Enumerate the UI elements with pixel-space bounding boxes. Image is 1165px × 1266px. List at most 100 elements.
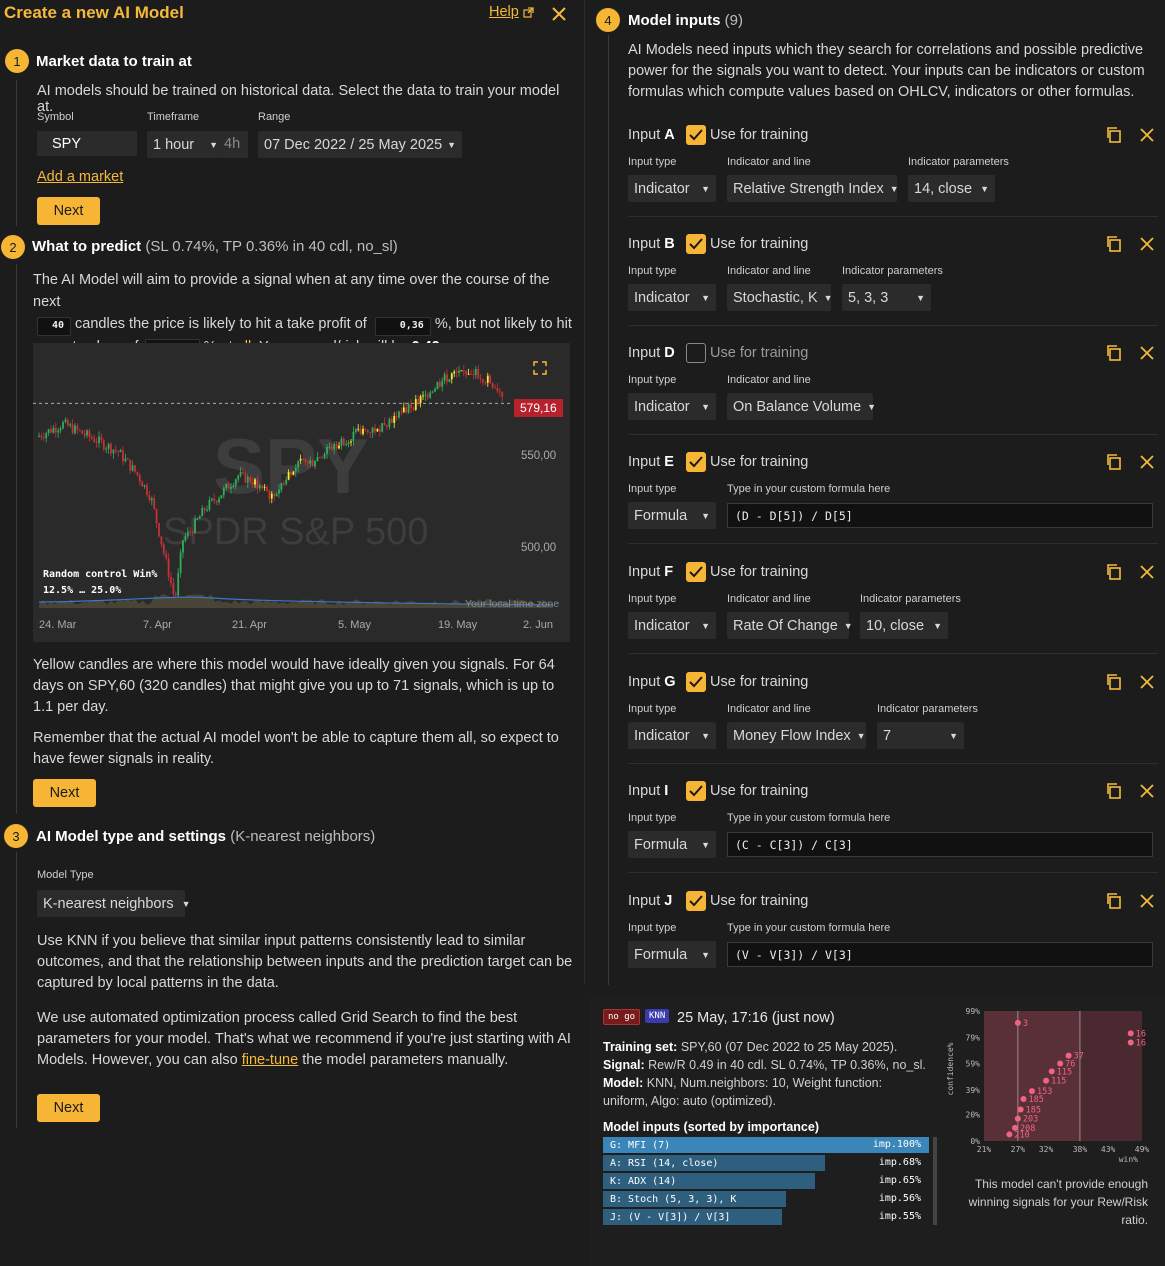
- candle-body: [417, 399, 420, 403]
- candle-body: [196, 518, 199, 520]
- remove-icon[interactable]: [1139, 564, 1155, 580]
- use-for-training-label: Use for training: [710, 127, 809, 143]
- formula-input[interactable]: (D - D[5]) / D[5]: [727, 503, 1153, 528]
- input-type-select[interactable]: Indicator ▼: [628, 284, 716, 311]
- x-tick: 27%: [1011, 1145, 1026, 1154]
- step-1-badge: 1: [5, 49, 29, 73]
- chevron-down-icon: ▼: [701, 839, 710, 850]
- candle-body: [311, 460, 314, 467]
- candle-body: [431, 391, 434, 393]
- candle-body: [419, 396, 422, 403]
- indicator-select[interactable]: Stochastic, K ▼: [727, 284, 833, 311]
- candle-body: [414, 399, 417, 410]
- fullscreen-icon[interactable]: [533, 361, 547, 375]
- input-type-select[interactable]: Formula ▼: [628, 502, 716, 529]
- use-for-training-checkbox[interactable]: [686, 452, 706, 472]
- importance-row: B: Stoch (5, 3, 3), K imp.56%: [603, 1191, 929, 1207]
- candle-body: [167, 558, 170, 578]
- copy-icon[interactable]: [1105, 563, 1123, 581]
- next-button-step-1[interactable]: Next: [37, 197, 100, 225]
- scatter-point: [1127, 1030, 1134, 1037]
- remove-icon[interactable]: [1139, 236, 1155, 252]
- candle-body: [69, 424, 72, 426]
- use-for-training-checkbox[interactable]: [686, 891, 706, 911]
- candle-body: [225, 483, 228, 489]
- candles-input[interactable]: 40: [37, 316, 71, 336]
- indicator-select[interactable]: Relative Strength Index ▼: [727, 175, 899, 202]
- input-type-label: Input type: [628, 703, 677, 715]
- remove-icon[interactable]: [1139, 345, 1155, 361]
- candle-body: [292, 471, 295, 475]
- candle-body: [237, 475, 240, 480]
- use-for-training-checkbox[interactable]: [686, 672, 706, 692]
- model-summary: Training set: SPY,60 (07 Dec 2022 to 25 …: [603, 1038, 928, 1110]
- copy-icon[interactable]: [1105, 344, 1123, 362]
- indicator-params-select[interactable]: 5, 3, 3 ▼: [842, 284, 931, 311]
- model-type-select[interactable]: K-nearest neighbors ▼: [37, 890, 191, 917]
- input-row-i: Input I Use for training Input type Formula…: [628, 780, 1158, 880]
- next-button-step-3[interactable]: Next: [37, 1094, 100, 1122]
- next-button-step-2[interactable]: Next: [33, 779, 96, 807]
- candle-body: [486, 375, 489, 383]
- copy-icon[interactable]: [1105, 453, 1123, 471]
- remove-icon[interactable]: [1139, 783, 1155, 799]
- candle-body: [129, 459, 132, 471]
- use-for-training-checkbox[interactable]: [686, 562, 706, 582]
- indicator-select[interactable]: Rate Of Change ▼: [727, 612, 853, 639]
- y-tick: 99%: [966, 1007, 981, 1016]
- indicator-params-select[interactable]: 7 ▼: [877, 722, 964, 749]
- input-type-select[interactable]: Formula ▼: [628, 941, 716, 968]
- price-chart[interactable]: SPY SPDR S&P 500 579,16 550,00 500,00 Ra…: [33, 343, 570, 642]
- copy-icon[interactable]: [1105, 126, 1123, 144]
- input-type-select[interactable]: Indicator ▼: [628, 612, 716, 639]
- input-type-select[interactable]: Formula ▼: [628, 831, 716, 858]
- copy-icon[interactable]: [1105, 235, 1123, 253]
- indicator-value: Money Flow Index: [733, 727, 851, 744]
- remove-icon[interactable]: [1139, 127, 1155, 143]
- candle-body: [371, 427, 374, 433]
- input-type-select[interactable]: Indicator ▼: [628, 175, 716, 202]
- add-market-link[interactable]: Add a market: [37, 169, 123, 185]
- take-profit-input[interactable]: 0,36: [374, 316, 431, 336]
- fine-tune-link[interactable]: fine-tune: [242, 1052, 298, 1068]
- candle-body: [270, 493, 273, 499]
- use-for-training-checkbox[interactable]: [686, 343, 706, 363]
- input-type-label: Input type: [628, 156, 677, 168]
- copy-icon[interactable]: [1105, 782, 1123, 800]
- use-for-training-checkbox[interactable]: [686, 234, 706, 254]
- input-type-select[interactable]: Indicator ▼: [628, 393, 716, 420]
- symbol-input[interactable]: SPY: [37, 131, 137, 156]
- candle-body: [285, 479, 288, 485]
- candle-body: [306, 461, 309, 464]
- timeframe-select[interactable]: 1 hour ▼: [147, 131, 224, 158]
- use-for-training-checkbox[interactable]: [686, 781, 706, 801]
- range-select[interactable]: 07 Dec 2022 / 25 May 2025 ▼: [258, 131, 462, 158]
- timeframe-4h-option[interactable]: 4h: [224, 131, 248, 158]
- copy-icon[interactable]: [1105, 673, 1123, 691]
- candle-body: [78, 429, 81, 431]
- indicator-params-select[interactable]: 14, close ▼: [908, 175, 995, 202]
- candle-body: [165, 553, 168, 559]
- indicator-select[interactable]: Money Flow Index ▼: [727, 722, 866, 749]
- help-link[interactable]: Help: [489, 4, 534, 20]
- use-for-training-checkbox[interactable]: [686, 125, 706, 145]
- remove-icon[interactable]: [1139, 674, 1155, 690]
- step-3-title: AI Model type and settings (K-nearest ne…: [36, 828, 375, 845]
- indicator-params-select[interactable]: 10, close ▼: [860, 612, 948, 639]
- candle-body: [134, 465, 136, 472]
- candle-body: [210, 498, 213, 500]
- copy-icon[interactable]: [1105, 892, 1123, 910]
- remove-icon[interactable]: [1139, 893, 1155, 909]
- input-letter: G: [664, 674, 676, 690]
- formula-input[interactable]: (C - C[3]) / C[3]: [727, 832, 1153, 857]
- input-type-label: Input type: [628, 374, 677, 386]
- candle-body: [102, 440, 105, 450]
- input-type-select[interactable]: Indicator ▼: [628, 722, 716, 749]
- candle-body: [110, 444, 112, 454]
- indicator-select[interactable]: On Balance Volume ▼: [727, 393, 876, 420]
- candle-body: [501, 391, 504, 397]
- close-icon[interactable]: [551, 6, 567, 22]
- importance-scrollbar[interactable]: [933, 1137, 937, 1225]
- formula-input[interactable]: (V - V[3]) / V[3]: [727, 942, 1153, 967]
- remove-icon[interactable]: [1139, 454, 1155, 470]
